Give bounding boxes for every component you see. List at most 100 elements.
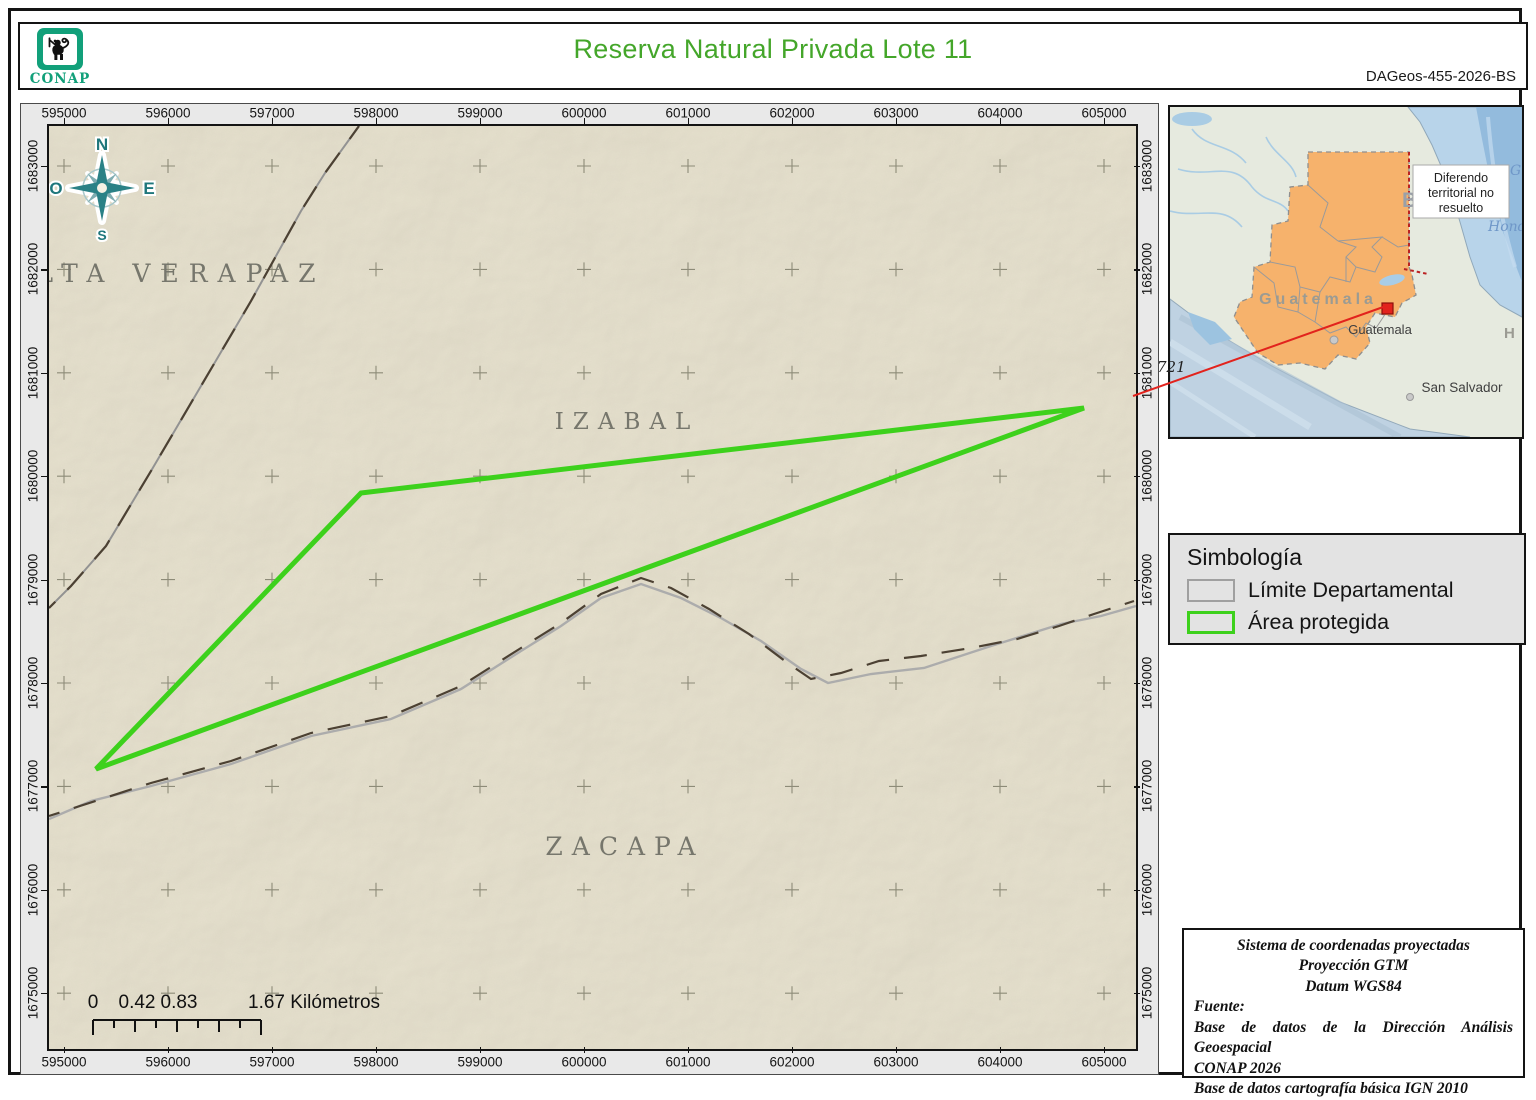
compass-s-label: S xyxy=(97,227,106,243)
guatemala-city-dot xyxy=(1330,336,1338,344)
axis-tick xyxy=(41,166,47,167)
axis-label-left-1678000: 1678000 xyxy=(26,657,41,710)
axis-tick xyxy=(41,683,47,684)
axis-tick xyxy=(1000,1047,1001,1053)
axis-tick xyxy=(41,269,47,270)
axis-tick xyxy=(792,118,793,124)
source-line-3: Base de datos cartografía básica IGN 201… xyxy=(1194,1079,1513,1099)
axis-tick xyxy=(896,1047,897,1053)
axis-tick xyxy=(272,118,273,124)
axis-tick xyxy=(376,1047,377,1053)
axis-tick xyxy=(584,118,585,124)
san-salvador-dot xyxy=(1407,394,1414,401)
axis-tick xyxy=(41,993,47,994)
axis-tick xyxy=(1134,890,1140,891)
scale-label-042: 0.42 xyxy=(119,992,156,1013)
location-marker xyxy=(1382,303,1393,314)
axis-label-right-1675000: 1675000 xyxy=(1140,967,1155,1020)
country-label: Guatemala xyxy=(1259,291,1377,308)
axis-tick xyxy=(1134,373,1140,374)
compass-e-label: E xyxy=(143,179,154,198)
axis-tick xyxy=(1134,476,1140,477)
axis-tick xyxy=(688,118,689,124)
axis-label-right-1676000: 1676000 xyxy=(1140,864,1155,917)
scale-label-0: 0 xyxy=(88,992,99,1013)
source-line-2: CONAP 2026 xyxy=(1194,1059,1513,1079)
axis-label-right-1682000: 1682000 xyxy=(1140,243,1155,296)
axis-tick xyxy=(1134,580,1140,581)
scale-label-083: 0.83 xyxy=(161,992,198,1013)
compass-o-label: O xyxy=(49,179,62,198)
axis-tick xyxy=(1134,683,1140,684)
san-salvador-label: San Salvador xyxy=(1421,380,1503,395)
axis-tick xyxy=(41,580,47,581)
axis-label-bottom-601000: 601000 xyxy=(665,1055,710,1070)
map-canvas: ALTA VERAPAZ IZABAL ZACAPA N E S O xyxy=(47,124,1138,1051)
region-label-zacapa: ZACAPA xyxy=(545,832,704,861)
honduras-label-partial: H o xyxy=(1504,325,1522,342)
departmental-boundary-swatch xyxy=(1187,579,1235,602)
axis-tick xyxy=(1134,993,1140,994)
map-svg: ALTA VERAPAZ IZABAL ZACAPA N E S O xyxy=(49,126,1136,1049)
region-label-izabal: IZABAL xyxy=(555,409,699,435)
axis-label-left-1683000: 1683000 xyxy=(26,140,41,193)
legend-item-area: Área protegida xyxy=(1187,610,1524,635)
diferendo-note: Diferendo territorial no resuelto xyxy=(1413,165,1509,218)
metadata-box: Sistema de coordenadas proyectadas Proye… xyxy=(1182,928,1525,1078)
gulf-label-partial-2: Hond xyxy=(1487,219,1522,235)
axis-tick xyxy=(792,1047,793,1053)
axis-tick xyxy=(584,1047,585,1053)
axis-label-right-1677000: 1677000 xyxy=(1140,760,1155,813)
axis-tick xyxy=(64,118,65,124)
graticule-label-partial: 721 xyxy=(1157,358,1186,376)
source-line-1: Base de datos de la Dirección Análisis G… xyxy=(1194,1018,1513,1059)
legend-label-limite: Límite Departamental xyxy=(1248,578,1454,603)
legend: Simbología Límite Departamental Área pro… xyxy=(1168,533,1526,645)
axis-tick xyxy=(376,118,377,124)
axis-tick xyxy=(41,476,47,477)
axis-label-bottom-604000: 604000 xyxy=(977,1055,1022,1070)
note-line-3: resuelto xyxy=(1439,201,1484,215)
axis-label-right-1679000: 1679000 xyxy=(1140,553,1155,606)
axis-tick xyxy=(168,1047,169,1053)
axis-label-right-1681000: 1681000 xyxy=(1140,347,1155,400)
axis-tick xyxy=(1104,1047,1105,1053)
axis-tick xyxy=(896,118,897,124)
axis-tick xyxy=(41,890,47,891)
axis-tick xyxy=(41,786,47,787)
axis-label-bottom-597000: 597000 xyxy=(249,1055,294,1070)
compass-n-label: N xyxy=(96,135,108,154)
axis-tick xyxy=(1134,269,1140,270)
map-sheet: { "header": { "title": "Reserva Natural … xyxy=(0,0,1536,1089)
fuente-label: Fuente: xyxy=(1194,997,1513,1017)
axis-tick xyxy=(1000,118,1001,124)
axis-label-left-1680000: 1680000 xyxy=(26,450,41,503)
inset-locator-map: B Diferendo territorial no resuelto Gu H… xyxy=(1168,105,1524,439)
axis-tick xyxy=(1134,786,1140,787)
crs-line-3: Datum WGS84 xyxy=(1194,977,1513,997)
crs-line-1: Sistema de coordenadas proyectadas xyxy=(1194,936,1513,956)
legend-label-area: Área protegida xyxy=(1248,610,1389,635)
conap-logo-text: CONAP xyxy=(28,71,92,87)
axis-label-bottom-602000: 602000 xyxy=(769,1055,814,1070)
axis-tick xyxy=(688,1047,689,1053)
axis-tick xyxy=(64,1047,65,1053)
protected-area-swatch xyxy=(1187,611,1235,634)
legend-item-limite: Límite Departamental xyxy=(1187,578,1524,603)
axis-label-right-1678000: 1678000 xyxy=(1140,657,1155,710)
axis-label-left-1682000: 1682000 xyxy=(26,243,41,296)
axis-label-bottom-605000: 605000 xyxy=(1081,1055,1126,1070)
axis-label-bottom-595000: 595000 xyxy=(41,1055,86,1070)
axis-label-right-1680000: 1680000 xyxy=(1140,450,1155,503)
map-coordinate-band: ALTA VERAPAZ IZABAL ZACAPA N E S O xyxy=(20,103,1159,1075)
inset-svg: B Diferendo territorial no resuelto Gu H… xyxy=(1170,107,1522,437)
axis-tick xyxy=(1134,166,1140,167)
axis-label-bottom-603000: 603000 xyxy=(873,1055,918,1070)
axis-tick xyxy=(41,373,47,374)
axis-label-right-1683000: 1683000 xyxy=(1140,140,1155,193)
axis-tick xyxy=(1104,118,1105,124)
document-code: DAGeos-455-2026-BS xyxy=(1366,68,1516,85)
legend-title: Simbología xyxy=(1187,544,1524,571)
axis-tick xyxy=(480,118,481,124)
axis-label-left-1677000: 1677000 xyxy=(26,760,41,813)
